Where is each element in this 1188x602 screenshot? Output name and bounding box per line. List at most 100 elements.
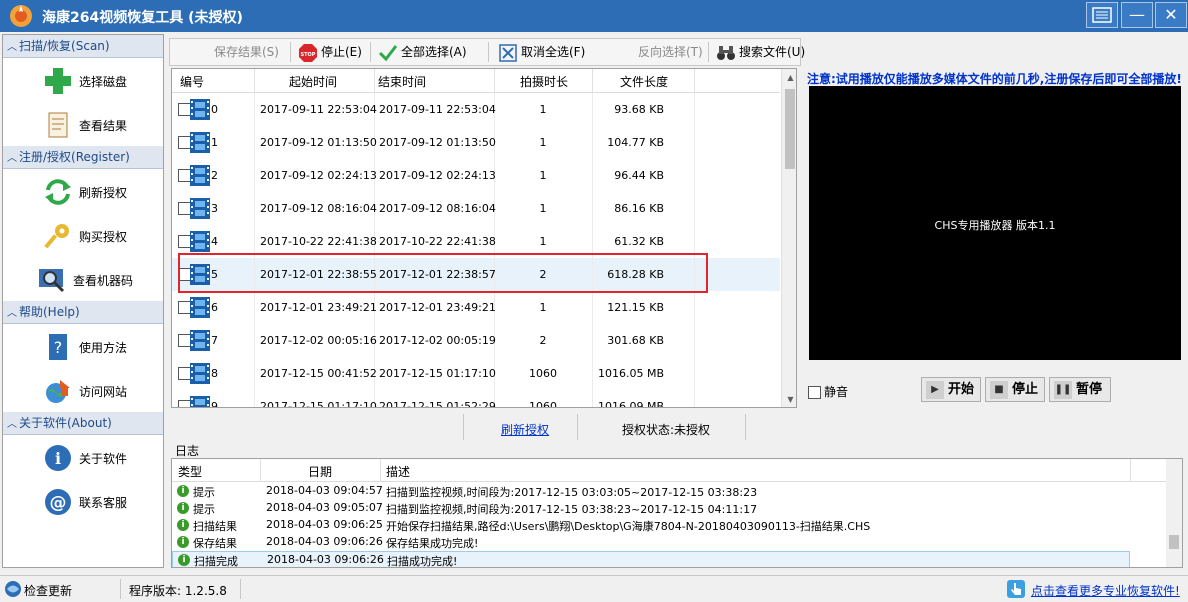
sidebar-header-scan[interactable]: ︿ 扫描/恢复(Scan) — [3, 35, 163, 58]
file-row[interactable]: 9 2017-12-15 01:17:10 2017-12-15 01:52:29 1… — [172, 390, 780, 408]
log-date: 2018-04-03 09:05:07 — [266, 501, 383, 514]
svg-text:?: ? — [54, 338, 63, 357]
scrollbar-thumb[interactable] — [1169, 535, 1179, 549]
sidebar-item-view-machine-code[interactable]: 查看机器码 — [3, 257, 163, 301]
more-software-link[interactable]: 点击查看更多专业恢复软件! — [1031, 582, 1180, 599]
sidebar-item-select-disk[interactable]: 选择磁盘 — [3, 58, 163, 102]
sidebar-header-help[interactable]: ︿ 帮助(Help) — [3, 301, 163, 324]
mute-checkbox[interactable]: 静音 — [808, 383, 848, 400]
column-header-id[interactable]: 编号 — [180, 73, 204, 90]
check-update-button[interactable]: 检查更新 — [24, 582, 72, 599]
row-duration: 1 — [539, 136, 547, 149]
scrollbar-thumb[interactable] — [785, 89, 795, 169]
binoculars-icon — [717, 45, 735, 60]
toolbar-separator — [708, 42, 709, 62]
stop-icon: ■ — [990, 380, 1008, 399]
log-column-desc[interactable]: 描述 — [386, 463, 410, 480]
file-row[interactable]: 3 2017-09-12 08:16:04 2017-09-12 08:16:04 1… — [172, 192, 780, 225]
pause-button[interactable]: ❚❚ 暂停 — [1049, 377, 1111, 402]
file-row[interactable]: 2 2017-09-12 02:24:13 2017-09-12 02:24:13 1… — [172, 159, 780, 192]
row-size: 104.77 KB — [607, 136, 664, 149]
log-list: 类型 日期 描述 i 提示 2018-04-03 09:04:57 扫描到监控视频,时… — [171, 458, 1183, 568]
search-files-button[interactable]: 搜索文件(U) — [716, 41, 805, 63]
row-end-time: 2017-12-01 23:49:21 — [379, 301, 496, 314]
play-icon: ▶ — [926, 380, 944, 399]
close-icon: ✕ — [1164, 5, 1178, 24]
file-row[interactable]: 6 2017-12-01 23:49:21 2017-12-01 23:49:21 1… — [172, 291, 780, 324]
refresh-auth-link[interactable]: 刷新授权 — [501, 421, 549, 438]
log-row[interactable]: i 扫描完成 2018-04-03 09:06:26 扫描成功完成! — [172, 551, 1130, 567]
stop-playback-button[interactable]: ■ 停止 — [985, 377, 1045, 402]
invert-selection-button[interactable]: 反向选择(T) — [638, 41, 703, 63]
row-end-time: 2017-09-12 01:13:50 — [379, 136, 496, 149]
minimize-icon: — — [1129, 5, 1145, 24]
file-row[interactable]: 0 2017-09-11 22:53:04 2017-09-11 22:53:04 1… — [172, 93, 780, 126]
info-icon: i — [177, 519, 189, 531]
row-id: 1 — [211, 136, 218, 149]
file-row[interactable]: 8 2017-12-15 00:41:52 2017-12-15 01:17:10 1… — [172, 357, 780, 390]
log-column-type[interactable]: 类型 — [178, 463, 202, 480]
log-row[interactable]: i 扫描结果 2018-04-03 09:06:25 开始保存扫描结果,路径d:\Us… — [172, 517, 1166, 534]
row-id: 9 — [211, 400, 218, 408]
select-all-button[interactable]: 全部选择(A) — [378, 41, 467, 63]
row-duration: 1 — [539, 235, 547, 248]
sidebar-header-about[interactable]: ︿ 关于软件(About) — [3, 412, 163, 435]
menu-button[interactable] — [1086, 2, 1118, 28]
sidebar-item-view-results[interactable]: 查看结果 — [3, 102, 163, 146]
sidebar-item-visit-site[interactable]: 访问网站 — [3, 368, 163, 412]
file-list-scrollbar[interactable]: ▲ ▼ — [781, 69, 796, 407]
close-button[interactable]: ✕ — [1155, 2, 1187, 28]
log-date: 2018-04-03 09:06:25 — [266, 518, 383, 531]
deselect-all-button[interactable]: 取消全选(F) — [498, 41, 585, 63]
chevron-up-icon: ︿ — [7, 42, 17, 53]
sidebar: ︿ 扫描/恢复(Scan) 选择磁盘 查看结果 ︿ 注册/授权(Register) … — [2, 34, 164, 568]
row-end-time: 2017-09-12 02:24:13 — [379, 169, 496, 182]
log-row[interactable]: i 提示 2018-04-03 09:05:07 扫描到监控视频,时间段为:2017-… — [172, 500, 1166, 517]
status-bar: 检查更新 程序版本: 1.2.5.8 点击查看更多专业恢复软件! — [0, 575, 1188, 602]
row-size: 1016.05 MB — [597, 367, 664, 380]
update-globe-icon — [5, 581, 21, 597]
video-player-screen[interactable]: CHS专用播放器 版本1.1 — [809, 86, 1181, 360]
checkmark-icon — [378, 44, 398, 61]
column-header-start[interactable]: 起始时间 — [289, 73, 337, 90]
sidebar-item-refresh-auth[interactable]: 刷新授权 — [3, 169, 163, 213]
stop-sign-icon: STOP — [299, 43, 317, 62]
log-column-date[interactable]: 日期 — [308, 463, 332, 480]
column-header-size[interactable]: 文件长度 — [620, 73, 668, 90]
log-scrollbar[interactable] — [1166, 459, 1182, 567]
column-header-duration[interactable]: 拍摄时长 — [520, 73, 568, 90]
row-size: 93.68 KB — [614, 103, 664, 116]
pause-icon: ❚❚ — [1054, 380, 1072, 399]
sidebar-item-about[interactable]: i 关于软件 — [3, 435, 163, 479]
play-button[interactable]: ▶ 开始 — [921, 377, 981, 402]
scroll-down-arrow-icon[interactable]: ▼ — [782, 391, 796, 407]
row-end-time: 2017-09-12 08:16:04 — [379, 202, 496, 215]
row-duration: 1060 — [529, 400, 557, 408]
svg-text:i: i — [55, 449, 61, 468]
file-row[interactable]: 7 2017-12-02 00:05:16 2017-12-02 00:05:19 2… — [172, 324, 780, 357]
scroll-up-arrow-icon[interactable]: ▲ — [782, 69, 796, 86]
row-id: 8 — [211, 367, 218, 380]
sidebar-item-buy-auth[interactable]: 购买授权 — [3, 213, 163, 257]
stop-button[interactable]: STOP 停止(E) — [298, 41, 362, 63]
refresh-icon — [45, 179, 71, 205]
row-id: 6 — [211, 301, 218, 314]
save-results-button[interactable]: 保存结果(S) — [214, 41, 279, 63]
log-row[interactable]: i 提示 2018-04-03 09:04:57 扫描到监控视频,时间段为:2017-… — [172, 483, 1166, 500]
column-header-end[interactable]: 结束时间 — [378, 73, 426, 90]
row-duration: 1 — [539, 169, 547, 182]
log-date: 2018-04-03 09:04:57 — [266, 484, 383, 497]
file-row[interactable]: 1 2017-09-12 01:13:50 2017-09-12 01:13:50 1… — [172, 126, 780, 159]
film-icon — [190, 165, 210, 186]
film-icon — [190, 231, 210, 252]
sidebar-item-usage[interactable]: ? 使用方法 — [3, 324, 163, 368]
log-row[interactable]: i 保存结果 2018-04-03 09:06:26 保存结果成功完成! — [172, 534, 1166, 551]
minimize-button[interactable]: — — [1121, 2, 1153, 28]
search-icon — [39, 269, 65, 293]
sidebar-header-register[interactable]: ︿ 注册/授权(Register) — [3, 146, 163, 169]
sidebar-item-contact-support[interactable]: @ 联系客服 — [3, 479, 163, 523]
plus-icon — [45, 68, 71, 94]
row-size: 121.15 KB — [607, 301, 664, 314]
svg-text:STOP: STOP — [301, 52, 316, 58]
info-icon: i — [45, 445, 71, 471]
